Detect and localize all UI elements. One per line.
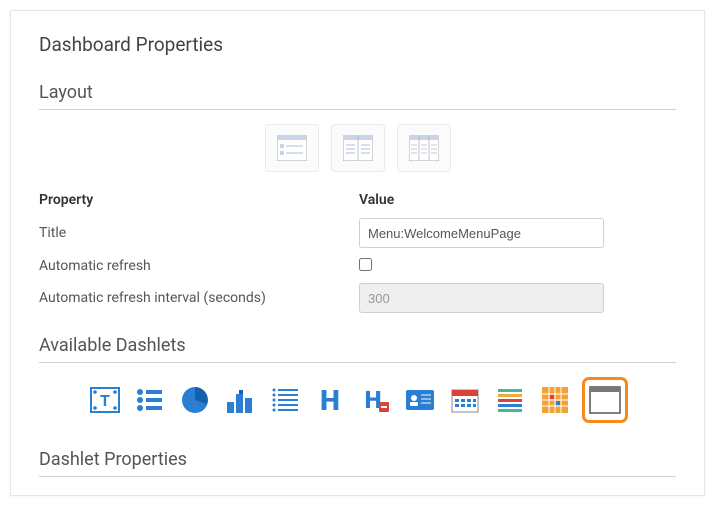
pie-chart-icon[interactable] xyxy=(177,382,213,418)
layout-three-column-button[interactable] xyxy=(397,124,451,172)
property-row-auto-refresh: Automatic refresh xyxy=(39,252,676,279)
header-badge-icon[interactable]: H xyxy=(357,382,393,418)
header-icon[interactable]: H xyxy=(312,382,348,418)
interval-input xyxy=(359,283,604,313)
header-property-label: Property xyxy=(39,192,359,208)
bar-chart-icon[interactable] xyxy=(222,382,258,418)
list-icon[interactable] xyxy=(132,382,168,418)
properties-table: Property Value Title Automatic refresh A… xyxy=(39,186,676,317)
grid-icon[interactable] xyxy=(537,382,573,418)
properties-header: Property Value xyxy=(39,186,676,214)
auto-refresh-checkbox[interactable] xyxy=(359,258,372,271)
svg-text:H: H xyxy=(365,386,382,414)
page-title: Dashboard Properties xyxy=(39,33,676,56)
lines-icon[interactable] xyxy=(492,382,528,418)
svg-text:H: H xyxy=(320,384,340,416)
section-dashlet-properties-title: Dashlet Properties xyxy=(39,449,676,477)
dashlets-row: T xyxy=(39,377,676,423)
title-input[interactable] xyxy=(359,218,604,248)
title-label: Title xyxy=(39,225,359,241)
svg-text:T: T xyxy=(100,391,110,410)
property-row-title: Title xyxy=(39,214,676,252)
calendar-icon[interactable] xyxy=(447,382,483,418)
layout-two-column-button[interactable] xyxy=(331,124,385,172)
property-row-interval: Automatic refresh interval (seconds) xyxy=(39,279,676,317)
header-value-label: Value xyxy=(359,192,676,208)
blank-panel-icon[interactable] xyxy=(582,377,628,423)
section-available-dashlets-title: Available Dashlets xyxy=(39,335,676,363)
layout-single-column-button[interactable] xyxy=(265,124,319,172)
section-layout-title: Layout xyxy=(39,82,676,110)
dashboard-properties-panel: Dashboard Properties Layout xyxy=(10,10,705,496)
card-icon[interactable] xyxy=(402,382,438,418)
auto-refresh-label: Automatic refresh xyxy=(39,258,359,274)
layout-options xyxy=(39,124,676,172)
text-icon[interactable]: T xyxy=(87,382,123,418)
interval-label: Automatic refresh interval (seconds) xyxy=(39,290,359,306)
dotted-list-icon[interactable] xyxy=(267,382,303,418)
